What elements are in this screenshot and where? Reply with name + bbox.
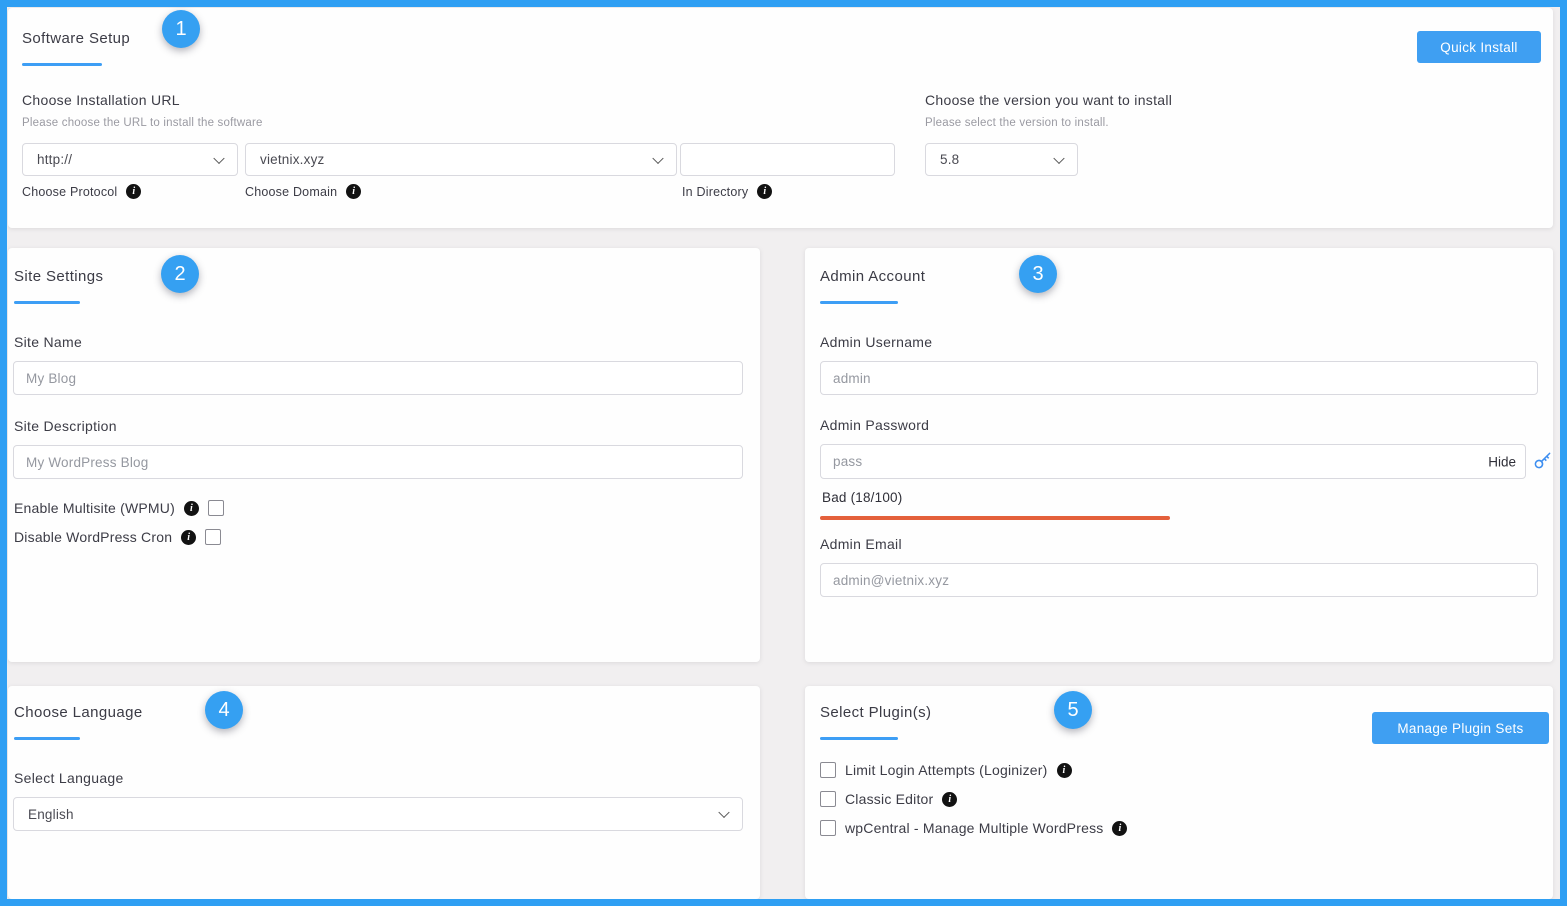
protocol-caption: Choose Protocol i [22,184,141,199]
manage-plugin-sets-button[interactable]: Manage Plugin Sets [1372,712,1549,744]
version-label: Choose the version you want to install [925,92,1172,108]
annotation-badge-3: 3 [1019,255,1057,293]
site-name-label: Site Name [14,334,82,350]
software-setup-title: Software Setup [22,30,130,47]
domain-select[interactable]: vietnix.xyz [245,143,677,176]
installation-url-label: Choose Installation URL [22,92,180,108]
software-setup-underline [22,63,102,66]
multisite-label: Enable Multisite (WPMU) [14,500,175,516]
wpcentral-checkbox[interactable] [820,820,836,836]
chevron-down-icon [652,152,663,163]
password-hide-toggle[interactable]: Hide [1484,454,1516,469]
annotation-badge-1: 1 [162,10,200,48]
admin-email-input[interactable] [820,563,1538,597]
directory-input[interactable] [680,143,895,176]
admin-password-label: Admin Password [820,417,929,433]
annotation-badge-5: 5 [1054,691,1092,729]
cron-row: Disable WordPress Cron i [14,529,221,545]
admin-username-label: Admin Username [820,334,932,350]
admin-username-input[interactable] [820,361,1538,395]
quick-install-button[interactable]: Quick Install [1417,31,1541,63]
chevron-down-icon [1053,152,1064,163]
admin-password-field: Hide [820,444,1526,479]
info-icon[interactable]: i [184,501,199,516]
site-settings-card: Site Settings Site Name Site Description… [8,248,760,662]
password-strength-text: Bad (18/100) [822,490,902,505]
protocol-caption-label: Choose Protocol [22,185,117,199]
info-icon[interactable]: i [126,184,141,199]
cron-checkbox[interactable] [205,529,221,545]
admin-account-card: Admin Account Admin Username Admin Passw… [805,248,1553,662]
annotation-badge-2: 2 [161,255,199,293]
version-select-value: 5.8 [940,152,959,167]
software-setup-card: Software Setup Quick Install Choose Inst… [8,8,1553,228]
password-strength-bar [820,516,1170,520]
cron-label: Disable WordPress Cron [14,529,172,545]
plugin-row-classic-editor: Classic Editor i [820,791,957,807]
info-icon[interactable]: i [757,184,772,199]
site-description-input[interactable] [13,445,743,479]
select-plugins-underline [820,737,898,740]
info-icon[interactable]: i [942,792,957,807]
installation-url-help: Please choose the URL to install the sof… [22,117,263,129]
select-language-label: Select Language [14,770,124,786]
multisite-row: Enable Multisite (WPMU) i [14,500,224,516]
site-name-input[interactable] [13,361,743,395]
select-plugins-card: Select Plugin(s) Manage Plugin Sets Limi… [805,686,1553,899]
choose-language-underline [14,737,80,740]
info-icon[interactable]: i [1112,821,1127,836]
plugin-row-loginizer: Limit Login Attempts (Loginizer) i [820,762,1072,778]
version-help: Please select the version to install. [925,117,1109,129]
admin-account-title: Admin Account [820,268,925,285]
loginizer-checkbox[interactable] [820,762,836,778]
language-select[interactable]: English [13,797,743,831]
select-plugins-title: Select Plugin(s) [820,704,931,721]
protocol-select-value: http:// [37,152,72,167]
multisite-checkbox[interactable] [208,500,224,516]
admin-email-label: Admin Email [820,536,902,552]
info-icon[interactable]: i [181,530,196,545]
version-select[interactable]: 5.8 [925,143,1078,176]
choose-language-title: Choose Language [14,704,143,721]
site-settings-title: Site Settings [14,268,103,285]
admin-account-underline [820,301,898,304]
choose-language-card: Choose Language Select Language English [8,686,760,899]
admin-password-input[interactable] [820,444,1526,479]
chevron-down-icon [213,152,224,163]
directory-caption: In Directory i [682,184,772,199]
classic-editor-checkbox[interactable] [820,791,836,807]
domain-caption-label: Choose Domain [245,185,337,199]
domain-caption: Choose Domain i [245,184,361,199]
wpcentral-label: wpCentral - Manage Multiple WordPress [845,820,1103,836]
plugin-row-wpcentral: wpCentral - Manage Multiple WordPress i [820,820,1127,836]
directory-caption-label: In Directory [682,185,748,199]
language-select-value: English [28,807,74,822]
protocol-select[interactable]: http:// [22,143,238,176]
site-settings-underline [14,301,80,304]
site-description-label: Site Description [14,418,117,434]
info-icon[interactable]: i [346,184,361,199]
installer-page: Software Setup Quick Install Choose Inst… [0,0,1567,906]
classic-editor-label: Classic Editor [845,791,933,807]
info-icon[interactable]: i [1057,763,1072,778]
loginizer-label: Limit Login Attempts (Loginizer) [845,762,1048,778]
chevron-down-icon [718,807,729,818]
annotation-badge-4: 4 [205,691,243,729]
domain-select-value: vietnix.xyz [260,152,324,167]
key-icon[interactable] [1533,451,1552,475]
